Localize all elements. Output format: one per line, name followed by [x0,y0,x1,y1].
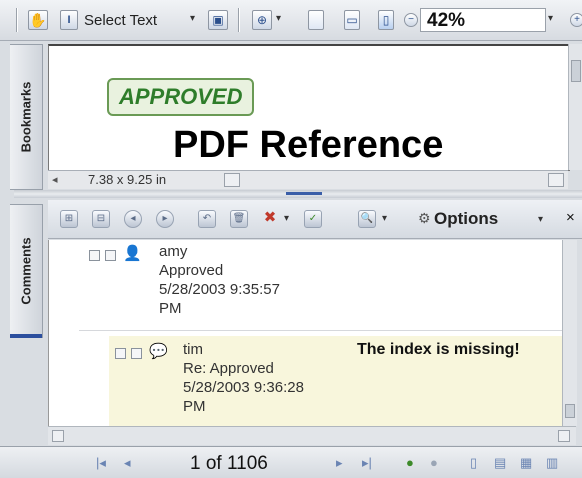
search-comments-icon[interactable]: 🔍 [358,210,376,228]
bookmarks-tab-label: Bookmarks [18,81,34,153]
page-number-field[interactable]: 1 of 1106 [190,453,268,475]
snapshot-icon[interactable]: ▣ [208,10,228,30]
comment-checkbox[interactable] [105,250,116,261]
fit-page-icon[interactable]: ▯ [378,10,394,30]
page-width-icon[interactable]: ▭ [344,10,360,30]
zoom-input[interactable]: 42% [420,8,546,32]
previous-comment-icon[interactable]: ◂ [124,210,142,228]
page-size-label: 7.38 x 9.25 in [88,172,167,187]
expand-icon[interactable]: ◂ [52,171,58,189]
comment-date: 5/28/2003 9:36:28 [183,379,304,396]
previous-page-icon[interactable]: ◂ [124,455,131,471]
comment-author: tim [183,341,203,358]
hand-icon[interactable]: ✋ [28,10,48,30]
facing-icon[interactable]: ▦ [520,455,532,471]
first-page-icon[interactable]: |◂ [96,455,106,471]
continuous-icon[interactable]: ▤ [494,455,506,471]
hscroll-left-button[interactable] [224,173,240,187]
comment-note: The index is missing! [357,341,520,358]
chevron-down-icon[interactable]: ▾ [276,13,281,24]
comment-date: 5/28/2003 9:35:57 [159,281,280,298]
bookmarks-tab[interactable]: Bookmarks [10,44,43,190]
comment-text: Approved [159,262,224,279]
toolbar-separator [16,8,17,32]
document-title: PDF Reference [173,124,444,166]
next-comment-icon[interactable]: ▸ [156,210,174,228]
comment-time-suffix: PM [159,300,182,317]
document-status-bar: ◂ 7.38 x 9.25 in [48,170,568,189]
document-vertical-scrollbar[interactable] [568,44,582,170]
zoom-out-icon[interactable]: − [404,13,418,27]
last-page-icon[interactable]: ▸| [362,455,372,471]
stamp-comment-icon: 👤 [123,245,142,262]
comments-toolbar: ⊞ ⊟ ◂ ▸ ↶ 🗑 ✖ ▾ ✓ 🔍 ▾ ⚙ Options ▾ × [48,200,582,239]
continuous-facing-icon[interactable]: ▥ [546,455,558,471]
note-comment-icon: 💬 [149,343,168,360]
chevron-down-icon[interactable]: ▾ [548,13,553,24]
zoom-in-icon[interactable]: ⊕ [252,10,272,30]
comments-list[interactable]: 👤 amy Approved 5/28/2003 9:35:57 PM 💬 ti… [48,240,563,426]
scroll-up-arrow[interactable] [565,244,573,254]
scroll-thumb[interactable] [565,404,575,418]
select-text-icon[interactable]: I [60,10,78,30]
main-toolbar: ✋ I Select Text ▾ ▣ ⊕ ▾ ▭ ▯ − 42% ▾ + [0,0,582,41]
approved-stamp[interactable]: APPROVED [107,78,255,116]
chevron-down-icon[interactable]: ▾ [538,214,543,225]
hscroll-right-button[interactable] [548,173,564,187]
hscroll-right-button[interactable] [558,430,570,442]
comment-text: Re: Approved [183,360,274,377]
list-item[interactable]: 💬 tim Re: Approved 5/28/2003 9:36:28 PM … [109,336,563,426]
collapse-all-icon[interactable]: ⊟ [92,210,110,228]
document-view[interactable]: APPROVED PDF Reference [48,44,570,171]
next-view-icon[interactable]: ● [430,455,438,470]
single-page-icon[interactable]: ▯ [470,455,477,471]
options-icon[interactable]: ⚙ [418,210,431,227]
pane-splitter[interactable] [14,190,582,198]
expand-all-icon[interactable]: ⊞ [60,210,78,228]
comments-vertical-scrollbar[interactable] [562,240,577,426]
set-status-icon[interactable]: ✖ [262,210,278,226]
splitter-grip[interactable] [286,192,322,195]
collapse-toggle[interactable] [115,348,126,359]
select-text-label[interactable]: Select Text [84,12,157,29]
chevron-down-icon[interactable]: ▾ [190,13,195,24]
comments-tab-indicator [10,334,42,338]
close-icon[interactable]: × [566,209,575,226]
delete-icon[interactable]: 🗑 [230,210,248,228]
comments-tab[interactable]: Comments [10,204,43,338]
comment-time-suffix: PM [183,398,206,415]
comment-author: amy [159,243,188,260]
collapse-toggle[interactable] [89,250,100,261]
comments-horizontal-scrollbar[interactable] [48,426,576,445]
previous-view-icon[interactable]: ● [406,455,414,470]
reply-icon[interactable]: ↶ [198,210,216,228]
hscroll-left-button[interactable] [52,430,64,442]
page-icon[interactable] [308,10,324,30]
chevron-down-icon[interactable]: ▾ [382,213,387,224]
chevron-down-icon[interactable]: ▾ [284,213,289,224]
zoom-in-small-icon[interactable]: + [570,13,582,27]
divider [79,330,563,331]
comments-tab-label: Comments [18,237,34,305]
toolbar-separator [238,8,239,32]
next-page-icon[interactable]: ▸ [336,455,343,471]
comment-checkbox[interactable] [131,348,142,359]
checkmark-icon[interactable]: ✓ [304,210,322,228]
scroll-thumb[interactable] [571,60,581,82]
page-navigation-bar: |◂ ◂ 1 of 1106 ▸ ▸| ● ● ▯ ▤ ▦ ▥ [0,446,582,478]
options-menu-button[interactable]: Options [434,209,498,229]
